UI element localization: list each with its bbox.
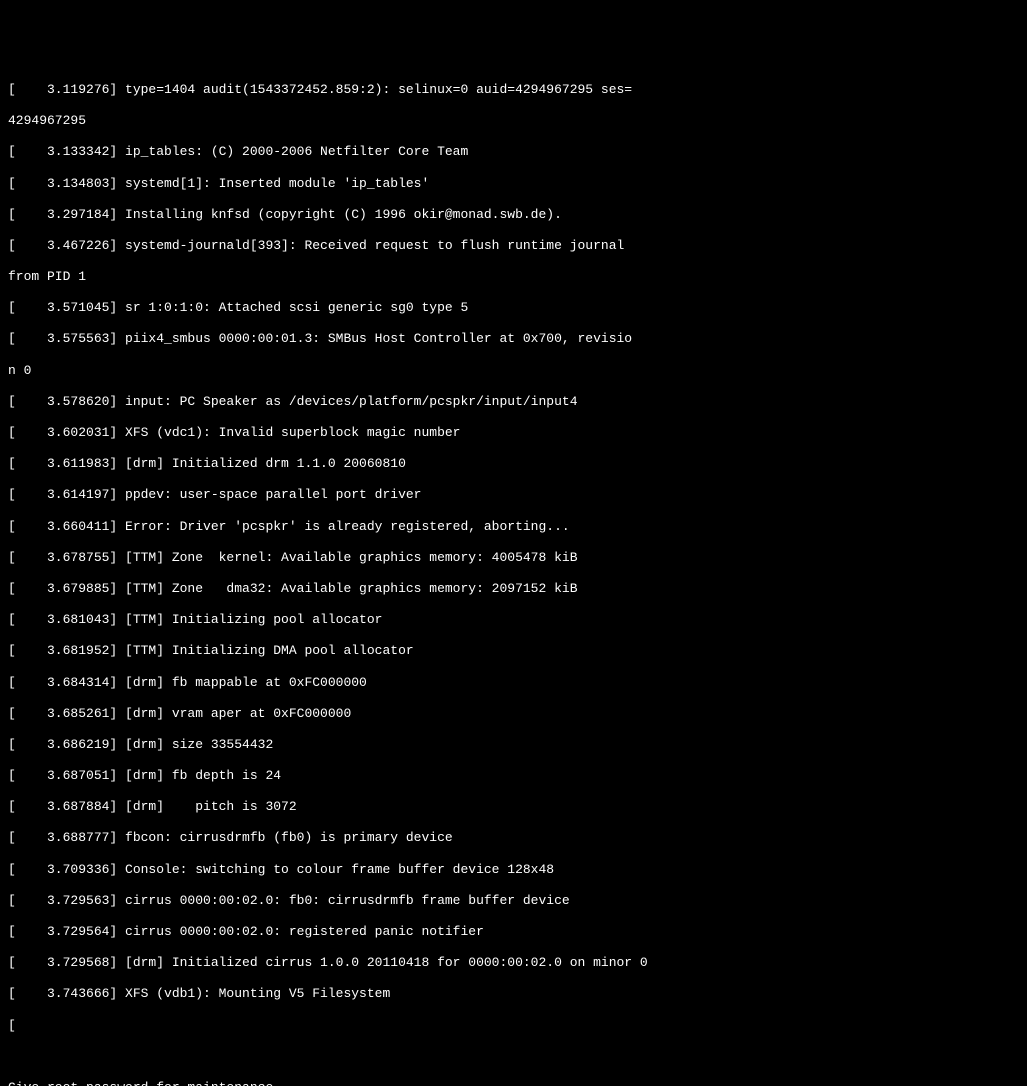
log-line: [ 3.571045] sr 1:0:1:0: Attached scsi ge… (8, 300, 1019, 316)
log-line: [ 3.729564] cirrus 0000:00:02.0: registe… (8, 924, 1019, 940)
log-line: [ 3.743666] XFS (vdb1): Mounting V5 File… (8, 986, 1019, 1002)
log-line: [ 3.297184] Installing knfsd (copyright … (8, 207, 1019, 223)
log-line: [ (8, 1018, 1019, 1034)
log-line: [ 3.684314] [drm] fb mappable at 0xFC000… (8, 675, 1019, 691)
log-line: [ 3.134803] systemd[1]: Inserted module … (8, 176, 1019, 192)
log-line: from PID 1 (8, 269, 1019, 285)
prompt-message: Give root password for maintenance (8, 1080, 1019, 1086)
log-line: [ 3.681952] [TTM] Initializing DMA pool … (8, 643, 1019, 659)
log-line: [ 3.686219] [drm] size 33554432 (8, 737, 1019, 753)
log-line: [ 3.575563] piix4_smbus 0000:00:01.3: SM… (8, 331, 1019, 347)
kernel-log-output: [ 3.119276] type=1404 audit(1543372452.8… (8, 66, 1019, 1048)
log-line: [ 3.133342] ip_tables: (C) 2000-2006 Net… (8, 144, 1019, 160)
log-line: [ 3.681043] [TTM] Initializing pool allo… (8, 612, 1019, 628)
log-line: [ 3.614197] ppdev: user-space parallel p… (8, 487, 1019, 503)
log-line: [ 3.119276] type=1404 audit(1543372452.8… (8, 82, 1019, 98)
log-line: [ 3.660411] Error: Driver 'pcspkr' is al… (8, 519, 1019, 535)
log-line: [ 3.729568] [drm] Initialized cirrus 1.0… (8, 955, 1019, 971)
log-line: [ 3.687051] [drm] fb depth is 24 (8, 768, 1019, 784)
log-line: [ 3.687884] [drm] pitch is 3072 (8, 799, 1019, 815)
log-line: [ 3.678755] [TTM] Zone kernel: Available… (8, 550, 1019, 566)
log-line: [ 3.467226] systemd-journald[393]: Recei… (8, 238, 1019, 254)
log-line: [ 3.611983] [drm] Initialized drm 1.1.0 … (8, 456, 1019, 472)
log-line: [ 3.685261] [drm] vram aper at 0xFC00000… (8, 706, 1019, 722)
log-line: n 0 (8, 363, 1019, 379)
log-line: [ 3.709336] Console: switching to colour… (8, 862, 1019, 878)
log-line: [ 3.729563] cirrus 0000:00:02.0: fb0: ci… (8, 893, 1019, 909)
log-line: 4294967295 (8, 113, 1019, 129)
log-line: [ 3.578620] input: PC Speaker as /device… (8, 394, 1019, 410)
log-line: [ 3.679885] [TTM] Zone dma32: Available … (8, 581, 1019, 597)
log-line: [ 3.688777] fbcon: cirrusdrmfb (fb0) is … (8, 830, 1019, 846)
maintenance-prompt: Give root password for maintenance (or t… (8, 1064, 1019, 1086)
log-line: [ 3.602031] XFS (vdc1): Invalid superblo… (8, 425, 1019, 441)
